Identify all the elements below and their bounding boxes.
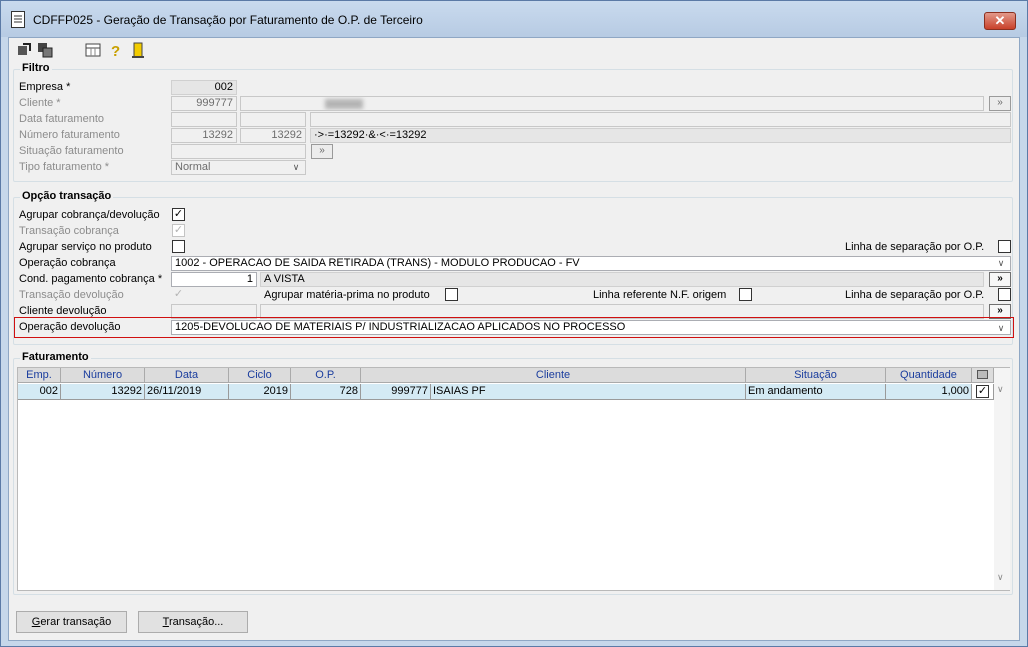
document-icon xyxy=(11,11,25,28)
empresa-label: Empresa * xyxy=(19,81,71,93)
help-icon[interactable]: ? xyxy=(107,41,125,59)
cliente-code-field[interactable]: 999777 xyxy=(171,96,237,111)
chevron-down-icon[interactable]: ∨ xyxy=(994,322,1008,335)
cond-pagamento-label: Cond. pagamento cobrança * xyxy=(19,273,163,285)
application-window: CDFFP025 - Geração de Transação por Fatu… xyxy=(0,0,1028,647)
numero-to-field[interactable]: 13292 xyxy=(240,128,306,143)
cell-ciclo: 2019 xyxy=(229,384,291,400)
svg-text:?: ? xyxy=(111,43,120,59)
linha-separacao-checkbox[interactable] xyxy=(998,240,1011,253)
cliente-devolucao-label: Cliente devolução xyxy=(19,305,107,317)
vertical-scrollbar[interactable]: ∨ ∨ xyxy=(994,368,1010,590)
scroll-up-icon[interactable]: ∨ xyxy=(997,384,1004,395)
cliente-name-field[interactable] xyxy=(240,96,984,111)
operacao-cobranca-select[interactable]: 1002 - OPERACAO DE SAIDA RETIRADA (TRANS… xyxy=(171,256,1011,271)
chevron-down-icon[interactable]: ∨ xyxy=(994,257,1008,270)
cliente-label: Cliente * xyxy=(19,97,61,109)
opcao-title: Opção transação xyxy=(20,190,114,202)
linha-separacao-label: Linha de separação por O.P. xyxy=(845,241,985,253)
agrupar-servico-label: Agrupar serviço no produto xyxy=(19,241,152,253)
transacao-button[interactable]: Transação... xyxy=(138,611,248,633)
data-to-field[interactable] xyxy=(240,112,306,127)
cond-pagamento-desc-field: A VISTA xyxy=(260,272,984,287)
cell-quantidade: 1,000 xyxy=(886,384,972,400)
data-from-field[interactable] xyxy=(171,112,237,127)
agrupar-materia-prima-checkbox[interactable] xyxy=(445,288,458,301)
cell-op: 728 xyxy=(291,384,361,400)
filtro-group: Filtro Empresa * 002 Cliente * 999777 » … xyxy=(13,62,1013,182)
col-header-emp[interactable]: Emp. xyxy=(18,368,61,383)
empresa-field[interactable]: 002 xyxy=(171,80,237,95)
situacao-faturamento-label: Situação faturamento xyxy=(19,145,124,157)
cell-data: 26/11/2019 xyxy=(145,384,229,400)
tipo-faturamento-label: Tipo faturamento * xyxy=(19,161,110,173)
select-all-icon xyxy=(977,370,988,379)
agrupar-cobranca-label: Agrupar cobrança/devolução xyxy=(19,209,160,221)
agrupar-materia-prima-label: Agrupar matéria-prima no produto xyxy=(264,289,430,301)
window-title: CDFFP025 - Geração de Transação por Fatu… xyxy=(33,13,423,27)
linha-separacao-dev-label: Linha de separação por O.P. xyxy=(845,289,985,301)
copy-icon[interactable] xyxy=(36,41,54,59)
cell-select: ✓ xyxy=(972,384,994,400)
client-area: ? Filtro Empresa * 002 Cliente * 999777 … xyxy=(8,37,1020,641)
title-bar: CDFFP025 - Geração de Transação por Fatu… xyxy=(1,1,1027,37)
operacao-cobranca-label: Operação cobrança xyxy=(19,257,116,269)
cliente-lookup-button[interactable]: » xyxy=(989,96,1011,111)
chevron-down-icon[interactable]: ∨ xyxy=(289,161,303,174)
agrupar-servico-checkbox[interactable] xyxy=(172,240,185,253)
row-select-checkbox[interactable]: ✓ xyxy=(976,385,989,398)
col-header-cliente[interactable]: Cliente xyxy=(361,368,746,383)
col-header-select[interactable] xyxy=(972,368,994,383)
linha-referente-label: Linha referente N.F. origem xyxy=(593,289,727,301)
cell-cliente-code: 999777 xyxy=(361,384,431,400)
numero-from-field[interactable]: 13292 xyxy=(171,128,237,143)
cell-emp: 002 xyxy=(18,384,61,400)
faturamento-grid: Emp. Número Data Ciclo O.P. Cliente Situ… xyxy=(17,367,1010,591)
situacao-lookup-button[interactable]: » xyxy=(311,144,333,159)
faturamento-title: Faturamento xyxy=(20,351,91,363)
scroll-down-icon[interactable]: ∨ xyxy=(997,572,1004,583)
tipo-faturamento-select[interactable]: Normal xyxy=(171,160,306,175)
gerar-transacao-button[interactable]: Gerar transação xyxy=(16,611,127,633)
cell-cliente-name: ISAIAS PF xyxy=(431,384,746,400)
opcao-transacao-group: Opção transação Agrupar cobrança/devoluç… xyxy=(13,190,1014,345)
cell-numero: 13292 xyxy=(61,384,145,400)
situacao-field[interactable] xyxy=(171,144,306,159)
cond-pagamento-lookup-button[interactable]: » xyxy=(989,272,1011,287)
exit-icon[interactable] xyxy=(129,41,147,59)
transacao-cobranca-checkbox[interactable]: ✓ xyxy=(172,224,185,237)
col-header-ciclo[interactable]: Ciclo xyxy=(229,368,291,383)
cond-pagamento-code-field[interactable]: 1 xyxy=(171,272,257,287)
redacted-name xyxy=(325,99,363,109)
col-header-quantidade[interactable]: Quantidade xyxy=(886,368,972,383)
linha-referente-checkbox[interactable] xyxy=(739,288,752,301)
transacao-cobranca-label: Transação cobrança xyxy=(19,225,119,237)
close-button[interactable]: ✕ xyxy=(984,12,1016,30)
calendar-icon[interactable] xyxy=(84,41,102,59)
numero-expr-field: ·>·=13292·&·<·=13292 xyxy=(310,128,1011,143)
cell-situacao: Em andamento xyxy=(746,384,886,400)
transacao-devolucao-label: Transação devolução xyxy=(19,289,124,301)
col-header-situacao[interactable]: Situação xyxy=(746,368,886,383)
col-header-data[interactable]: Data xyxy=(145,368,229,383)
operacao-devolucao-label: Operação devolução xyxy=(19,321,121,333)
operacao-devolucao-select[interactable]: 1205-DEVOLUCAO DE MATERIAIS P/ INDUSTRIA… xyxy=(171,320,1011,335)
linha-separacao-dev-checkbox[interactable] xyxy=(998,288,1011,301)
numero-faturamento-label: Número faturamento xyxy=(19,129,120,141)
filtro-title: Filtro xyxy=(20,62,52,74)
transacao-devolucao-checkbox[interactable]: ✓ xyxy=(172,288,185,301)
agrupar-cobranca-checkbox[interactable]: ✓ xyxy=(172,208,185,221)
execute-icon[interactable] xyxy=(15,41,33,59)
col-header-numero[interactable]: Número xyxy=(61,368,145,383)
data-faturamento-label: Data faturamento xyxy=(19,113,104,125)
faturamento-group: Faturamento Emp. Número Data Ciclo O.P. … xyxy=(13,351,1013,595)
data-expr-field xyxy=(310,112,1011,127)
col-header-op[interactable]: O.P. xyxy=(291,368,361,383)
